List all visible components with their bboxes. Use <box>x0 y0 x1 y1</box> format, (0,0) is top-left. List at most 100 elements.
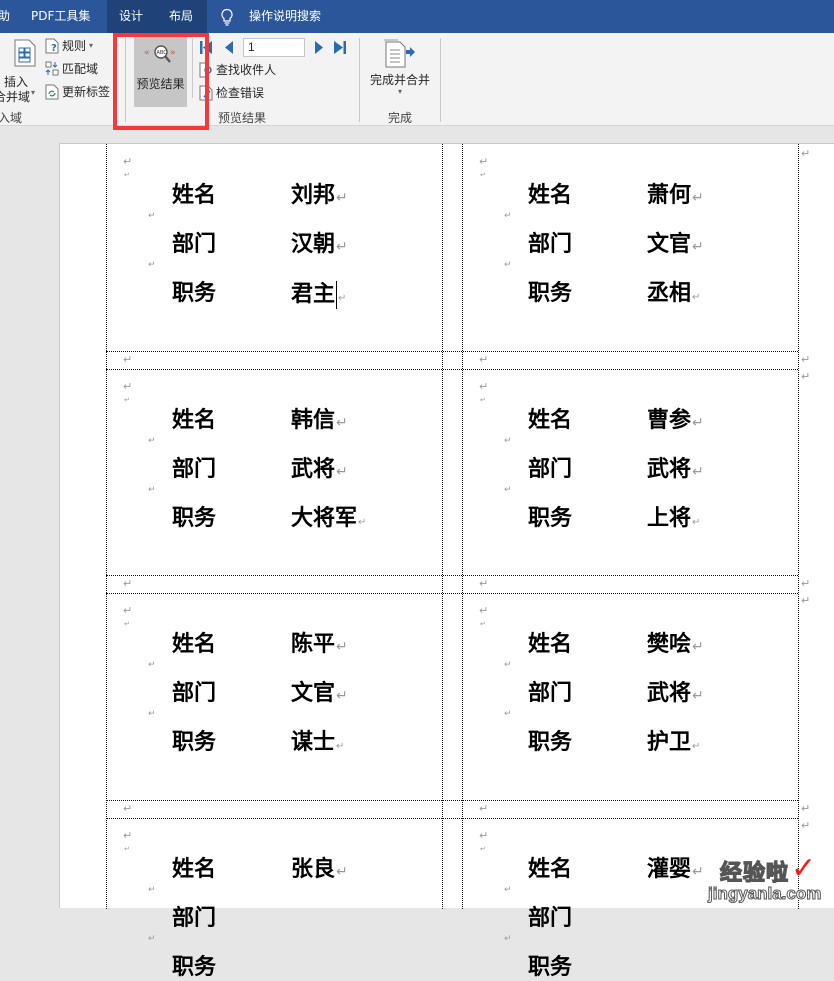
paragraph-mark: ↵ <box>336 639 348 655</box>
find-recipient-button[interactable]: 查找收件人 <box>199 60 276 80</box>
finish-merge-button[interactable]: 完成并合并 ▾ <box>368 39 432 96</box>
field-label: 部门 <box>528 232 573 257</box>
merged-value-text: 君主 <box>291 282 336 307</box>
merged-value-text: 陈平 <box>291 632 336 657</box>
table-gridline <box>106 800 798 801</box>
paragraph-mark: ↵ <box>148 211 156 221</box>
paragraph-mark: ↵ <box>336 239 348 255</box>
field-value-department: 武将↵ <box>291 457 348 485</box>
paragraph-mark: ↵ <box>479 155 489 168</box>
paragraph-mark: ↵ <box>124 620 130 628</box>
field-label: 姓名 <box>172 632 217 657</box>
insert-merge-field-label2[interactable]: 合并域 <box>0 88 30 105</box>
record-number-input[interactable]: 1 <box>243 38 305 57</box>
svg-text:?: ? <box>51 43 57 54</box>
field-value-name: 陈平↵ <box>291 632 348 660</box>
paragraph-mark: ↵ <box>336 688 348 704</box>
check-errors-label: 检查错误 <box>216 86 265 100</box>
field-label: 姓名 <box>528 632 573 657</box>
field-value-department: 武将↵ <box>647 457 704 485</box>
merged-value-text: 护卫 <box>647 730 692 755</box>
chevron-down-icon[interactable]: ▾ <box>31 88 35 97</box>
field-value-position: 丞相↵ <box>647 281 700 311</box>
field-label: 职务 <box>172 506 217 531</box>
paragraph-mark: ↵ <box>148 260 156 270</box>
next-record-icon[interactable] <box>313 41 325 54</box>
match-fields-button[interactable]: 匹配域 <box>45 59 98 79</box>
paragraph-mark: ↵ <box>504 709 512 719</box>
field-value-name: 萧何↵ <box>647 183 704 211</box>
chevron-down-icon: ▾ <box>397 87 402 96</box>
merged-value-text: 灌婴 <box>647 857 692 882</box>
paragraph-mark: ↵ <box>148 885 156 895</box>
tab-layout[interactable]: 布局 <box>169 0 193 33</box>
field-label: 姓名 <box>172 857 217 882</box>
paragraph-mark: ↵ <box>124 845 130 853</box>
field-label: 职务 <box>528 955 573 980</box>
find-recipient-label: 查找收件人 <box>216 63 277 77</box>
field-label: 部门 <box>172 457 217 482</box>
field-label: 部门 <box>172 681 217 706</box>
paragraph-mark: ↵ <box>801 577 811 590</box>
paragraph-mark: ↵ <box>801 594 811 607</box>
update-labels-button[interactable]: 更新标签 <box>45 82 110 102</box>
paragraph-mark: ↵ <box>504 934 512 944</box>
field-value-department: 文官↵ <box>647 232 704 260</box>
field-label: 职务 <box>528 281 573 306</box>
paragraph-mark: ↵ <box>123 155 133 168</box>
watermark-text: 经验啦 <box>719 860 790 886</box>
insert-merge-field-icon <box>14 39 36 67</box>
paragraph-mark: ↵ <box>504 436 512 446</box>
field-label: 职务 <box>172 730 217 755</box>
paragraph-mark: ↵ <box>692 464 704 480</box>
paragraph-mark: ↵ <box>123 380 133 393</box>
insert-merge-field-button[interactable] <box>0 39 40 67</box>
update-labels-label: 更新标签 <box>62 85 111 99</box>
lightbulb-icon[interactable] <box>220 8 234 26</box>
paragraph-mark: ↵ <box>123 577 133 590</box>
merged-value-text: 汉朝 <box>291 232 336 257</box>
paragraph-mark: ↵ <box>504 260 512 270</box>
table-gridline <box>106 818 798 819</box>
paragraph-mark: ↵ <box>123 353 133 366</box>
group-separator <box>440 38 441 122</box>
group-label-preview-results: 预览结果 <box>218 111 267 125</box>
match-fields-icon <box>45 61 59 76</box>
field-label: 姓名 <box>172 408 217 433</box>
field-label: 姓名 <box>528 183 573 208</box>
paragraph-mark: ↵ <box>801 147 811 160</box>
paragraph-mark: ↵ <box>801 802 811 815</box>
merged-value-text: 文官 <box>647 232 692 257</box>
finish-merge-label: 完成并合并 <box>369 73 430 87</box>
paragraph-mark: ↵ <box>124 396 130 404</box>
tab-partial[interactable]: 助 <box>0 0 10 33</box>
paragraph-mark: ↵ <box>148 934 156 944</box>
merged-value-text: 韩信 <box>291 408 336 433</box>
paragraph-mark: ↵ <box>692 688 704 704</box>
paragraph-mark: ↵ <box>336 464 348 480</box>
tab-design[interactable]: 设计 <box>119 0 143 33</box>
paragraph-mark: ↵ <box>123 802 133 815</box>
paragraph-mark: ↵ <box>148 485 156 495</box>
merged-value-text: 张良 <box>291 857 336 882</box>
merged-value-text: 武将 <box>647 681 692 706</box>
paragraph-mark: ↵ <box>148 436 156 446</box>
previous-record-icon[interactable] <box>224 41 236 54</box>
last-record-icon[interactable] <box>334 41 346 54</box>
tab-pdf-tools[interactable]: PDF工具集 <box>31 0 90 33</box>
field-value-position: 谋士↵ <box>291 730 344 760</box>
merged-value-text: 武将 <box>647 457 692 482</box>
merged-value-text: 曹参 <box>647 408 692 433</box>
field-label: 部门 <box>528 681 573 706</box>
field-label: 职务 <box>528 506 573 531</box>
paragraph-mark: ↵ <box>336 864 348 880</box>
merged-value-text: 武将 <box>291 457 336 482</box>
paragraph-mark: ↵ <box>801 370 811 383</box>
rules-button[interactable]: ? 规则 ▾ <box>45 36 93 56</box>
group-label-finish: 完成 <box>388 111 413 125</box>
paragraph-mark: ↵ <box>479 380 489 393</box>
tell-me-search[interactable]: 操作说明搜索 <box>249 0 321 33</box>
field-value-department: 汉朝↵ <box>291 232 348 260</box>
document-page[interactable]: ↵ ↵ ↵ ↵ ↵ ↵ ↵ ↵ ↵ ↵ ↵ ↵ ↵ ↵ ↵ 姓名 刘邦↵ ↵ 部门 汉朝↵ ↵ 职务 君主 ↵ ↵ ↵ 姓名 萧何↵ ↵… <box>59 143 834 980</box>
field-value-position: 大将军↵ <box>291 506 366 536</box>
